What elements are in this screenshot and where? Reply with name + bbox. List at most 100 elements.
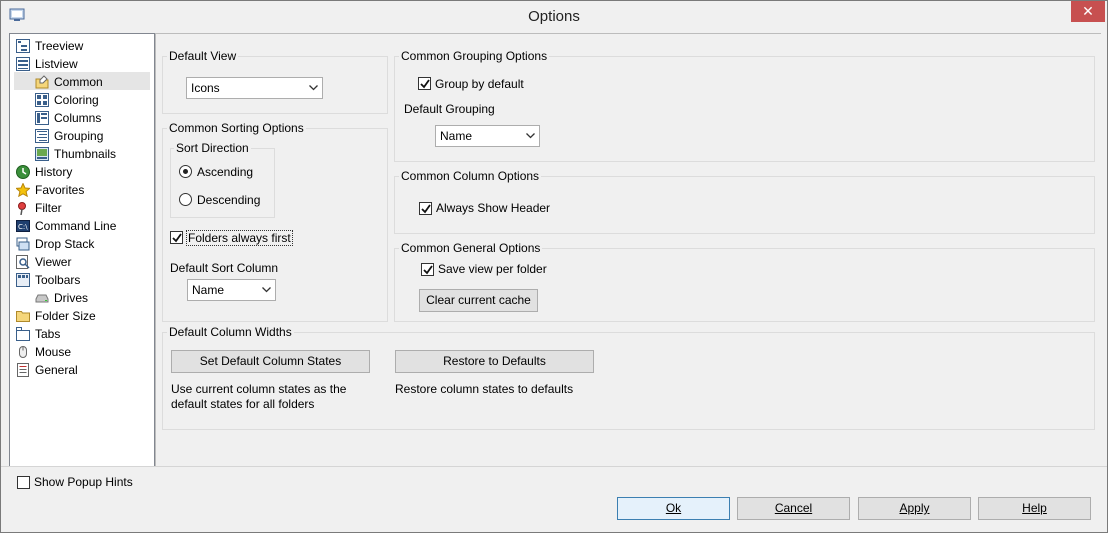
options-window: Options ✕ Treeview Listview Common Color… — [0, 0, 1108, 533]
tabs-icon — [16, 326, 30, 341]
tree-item-filter[interactable]: Filter — [16, 198, 62, 216]
folders-first-label: Folders always first — [186, 230, 293, 246]
tree-item-grouping[interactable]: Grouping — [35, 126, 103, 144]
chevron-down-icon — [526, 133, 535, 139]
help-label: Help — [1022, 501, 1047, 515]
save-view-checkbox[interactable] — [421, 263, 434, 276]
tree-item-thumbnails[interactable]: Thumbnails — [35, 144, 116, 162]
always-show-header-label: Always Show Header — [436, 201, 551, 215]
default-grouping-title: Default Grouping — [404, 102, 495, 116]
general-options-title: Common General Options — [399, 241, 543, 255]
default-view-select[interactable]: Icons — [186, 77, 323, 99]
grouping-icon — [35, 128, 49, 143]
grouping-group: Common Grouping Options Group by default… — [394, 49, 1095, 162]
apply-button[interactable]: Apply — [858, 497, 971, 520]
group-by-default-label: Group by default — [435, 77, 524, 91]
listview-icon — [16, 56, 30, 71]
descending-label: Descending — [197, 193, 261, 207]
folder-icon — [16, 310, 30, 322]
tree-item-general[interactable]: General — [16, 360, 78, 378]
tree-item-toolbars[interactable]: Toolbars — [16, 270, 80, 288]
ascending-radio[interactable] — [179, 165, 192, 178]
viewer-icon — [16, 254, 30, 269]
tree-item-columns[interactable]: Columns — [35, 108, 101, 126]
set-default-desc-line-1: Use current column states as the — [171, 382, 347, 396]
sort-column-select[interactable]: Name — [187, 279, 276, 301]
chevron-down-icon — [262, 287, 271, 293]
tree-item-tabs[interactable]: Tabs — [16, 324, 60, 342]
tree-item-drop-stack[interactable]: Drop Stack — [16, 234, 94, 252]
command-line-icon: C:\ — [16, 219, 30, 232]
ok-label: Ok — [665, 501, 682, 515]
always-show-header-checkbox[interactable] — [419, 202, 432, 215]
column-widths-group: Default Column Widths Set Default Column… — [162, 325, 1095, 430]
checkmark-icon — [423, 265, 433, 275]
columns-icon — [35, 110, 49, 125]
tree-item-folder-size[interactable]: Folder Size — [16, 306, 96, 324]
window-title: Options — [528, 8, 580, 25]
save-view-label: Save view per folder — [438, 262, 547, 276]
tree-item-viewer[interactable]: Viewer — [16, 252, 71, 270]
sort-column-title: Default Sort Column — [170, 261, 279, 275]
clear-cache-button[interactable]: Clear current cache — [419, 289, 538, 312]
tree-item-treeview[interactable]: Treeview — [16, 36, 83, 54]
cancel-button[interactable]: Cancel — [737, 497, 850, 520]
ascending-label: Ascending — [197, 165, 254, 179]
title-bar: Options ✕ — [1, 1, 1107, 31]
column-widths-title: Default Column Widths — [167, 325, 294, 339]
folders-first-checkbox[interactable] — [170, 231, 183, 244]
checkmark-icon — [420, 79, 430, 89]
checkmark-icon — [421, 204, 431, 214]
common-icon — [35, 75, 49, 89]
ok-button[interactable]: Ok — [617, 497, 730, 520]
show-popup-hints-label: Show Popup Hints — [34, 475, 133, 489]
toolbars-icon — [16, 272, 30, 287]
general-options-group: Common General Options Save view per fol… — [394, 241, 1095, 322]
tree-item-listview[interactable]: Listview — [16, 54, 78, 72]
checkmark-icon — [172, 233, 182, 243]
descending-radio[interactable] — [179, 193, 192, 206]
treeview-icon — [16, 38, 30, 53]
general-icon — [17, 362, 29, 377]
tree-item-command-line[interactable]: C:\ Command Line — [16, 216, 116, 234]
default-view-value: Icons — [191, 81, 220, 95]
set-default-desc-line-2: default states for all folders — [171, 397, 315, 411]
restore-desc: Restore column states to defaults — [395, 382, 574, 396]
tree-item-favorites[interactable]: Favorites — [16, 180, 84, 198]
restore-defaults-button[interactable]: Restore to Defaults — [395, 350, 594, 373]
mouse-icon — [19, 345, 27, 358]
grouping-title: Common Grouping Options — [399, 49, 550, 63]
thumbnails-icon — [35, 146, 49, 161]
column-options-title: Common Column Options — [399, 169, 542, 183]
default-grouping-value: Name — [440, 129, 473, 143]
default-grouping-select[interactable]: Name — [435, 125, 540, 147]
tree-item-coloring[interactable]: Coloring — [35, 90, 99, 108]
tree-item-common[interactable]: Common — [14, 72, 150, 90]
set-default-column-states-button[interactable]: Set Default Column States — [171, 350, 370, 373]
history-icon — [16, 164, 30, 179]
default-view-title: Default View — [167, 49, 239, 63]
footer-divider — [1, 466, 1107, 467]
help-button[interactable]: Help — [978, 497, 1091, 520]
chevron-down-icon — [309, 85, 318, 91]
close-button[interactable]: ✕ — [1071, 1, 1105, 22]
filter-icon — [18, 201, 26, 215]
drive-icon — [35, 294, 49, 303]
options-tree[interactable]: Treeview Listview Common Coloring Column… — [9, 33, 155, 467]
sort-direction-title: Sort Direction — [174, 141, 251, 155]
apply-label: Apply — [899, 501, 930, 515]
star-icon — [16, 182, 30, 197]
show-popup-hints-checkbox[interactable] — [17, 476, 30, 489]
sort-direction-group: Sort Direction Ascending Descending — [170, 141, 275, 218]
tree-item-drives[interactable]: Drives — [35, 288, 88, 306]
sorting-group: Common Sorting Options Sort Direction As… — [162, 121, 388, 322]
svg-text:C:\: C:\ — [18, 223, 28, 231]
group-by-default-checkbox[interactable] — [418, 77, 431, 90]
tree-item-mouse[interactable]: Mouse — [16, 342, 71, 360]
tree-item-history[interactable]: History — [16, 162, 72, 180]
column-options-group: Common Column Options Always Show Header — [394, 169, 1095, 234]
sorting-title: Common Sorting Options — [167, 121, 306, 135]
drop-stack-icon — [16, 237, 30, 251]
cancel-label: Cancel — [774, 501, 813, 515]
coloring-icon — [35, 92, 49, 107]
